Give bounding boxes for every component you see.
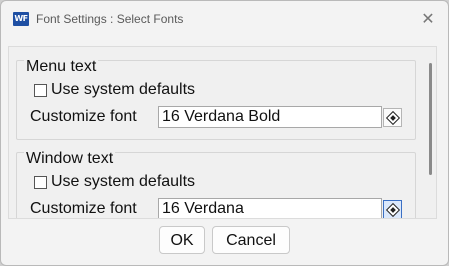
font-picker-button[interactable] — [383, 108, 402, 127]
group-label: Window text — [24, 150, 116, 168]
checkbox-label: Use system defaults — [51, 81, 196, 98]
checkbox-label: Use system defaults — [51, 173, 196, 190]
customize-font-label: Customize font — [30, 200, 137, 217]
group-label: Menu text — [24, 58, 99, 76]
menu-text-group: Menu text Use system defaults Customize … — [16, 58, 416, 140]
cancel-button[interactable]: Cancel — [212, 226, 290, 254]
window-title: Font Settings : Select Fonts — [36, 12, 184, 26]
customize-font-label: Customize font — [30, 108, 137, 125]
checkbox-box[interactable] — [34, 83, 47, 97]
close-button[interactable]: ✕ — [417, 8, 439, 30]
vertical-scrollbar[interactable] — [429, 63, 432, 175]
use-system-defaults-checkbox[interactable]: Use system defaults — [34, 173, 195, 191]
font-settings-dialog: WF Font Settings : Select Fonts ✕ Menu t… — [0, 0, 449, 266]
checkbox-box[interactable] — [34, 175, 47, 189]
ok-button[interactable]: OK — [159, 226, 205, 254]
settings-panel: Menu text Use system defaults Customize … — [8, 46, 437, 219]
customize-font-field[interactable]: 16 Verdana Bold — [158, 106, 382, 128]
font-picker-icon — [385, 110, 400, 125]
font-picker-button[interactable] — [383, 200, 402, 218]
use-system-defaults-checkbox[interactable]: Use system defaults — [34, 81, 195, 99]
window-text-group: Window text Use system defaults Customiz… — [16, 150, 416, 218]
font-picker-icon — [385, 202, 400, 217]
customize-font-field[interactable]: 16 Verdana — [158, 198, 382, 218]
title-bar: WF Font Settings : Select Fonts ✕ — [1, 1, 448, 37]
app-icon: WF — [13, 12, 29, 26]
